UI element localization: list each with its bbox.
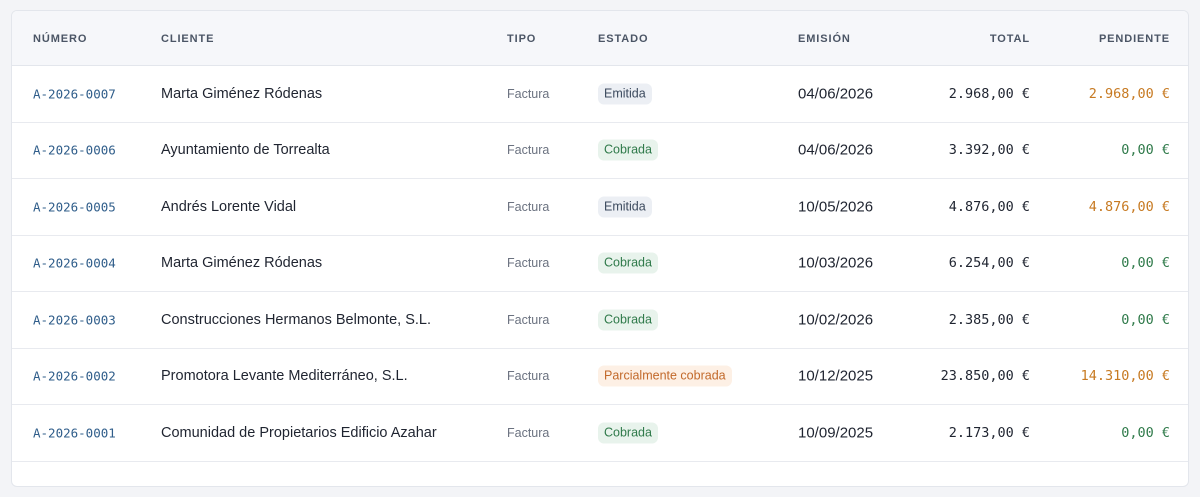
status-cell: Cobrada bbox=[598, 139, 658, 161]
status-badge: Emitida bbox=[598, 83, 652, 105]
invoice-number-link[interactable]: A-2026-0001 bbox=[33, 425, 116, 440]
pending-amount: 0,00 € bbox=[1121, 424, 1170, 441]
total-amount: 4.876,00 € bbox=[948, 198, 1030, 215]
table-row[interactable]: A-2026-0002 Promotora Levante Mediterráne… bbox=[12, 349, 1188, 405]
issue-date: 10/09/2025 bbox=[798, 424, 874, 442]
invoice-number-link[interactable]: A-2026-0004 bbox=[33, 256, 116, 271]
pending-amount: 4.876,00 € bbox=[1088, 198, 1170, 215]
status-cell: Parcialmente cobrada bbox=[598, 365, 732, 387]
pending-amount: 0,00 € bbox=[1121, 311, 1170, 328]
col-header-cliente[interactable]: CLIENTE bbox=[161, 32, 214, 46]
client-name: Marta Giménez Ródenas bbox=[161, 255, 323, 272]
issue-date: 04/06/2026 bbox=[798, 85, 874, 103]
status-badge: Cobrada bbox=[598, 422, 658, 444]
pending-amount: 0,00 € bbox=[1121, 255, 1170, 272]
table-row[interactable]: A-2026-0005 Andrés Lorente Vidal Factura Em… bbox=[12, 179, 1188, 236]
status-cell: Emitida bbox=[598, 83, 652, 105]
client-name: Marta Giménez Ródenas bbox=[161, 85, 323, 102]
document-type: Factura bbox=[507, 86, 550, 101]
document-type: Factura bbox=[507, 143, 550, 158]
document-type: Factura bbox=[507, 256, 550, 271]
col-header-total[interactable]: TOTAL bbox=[990, 32, 1030, 46]
status-cell: Cobrada bbox=[598, 422, 658, 444]
col-header-emision[interactable]: EMISIÓN bbox=[798, 32, 851, 46]
status-cell: Emitida bbox=[598, 196, 652, 218]
issue-date: 10/12/2025 bbox=[798, 367, 874, 385]
issue-date: 10/03/2026 bbox=[798, 254, 874, 272]
document-type: Factura bbox=[507, 425, 550, 440]
table-row[interactable]: A-2026-0006 Ayuntamiento de Torrealta Fact… bbox=[12, 123, 1188, 179]
invoice-number-link[interactable]: A-2026-0006 bbox=[33, 143, 116, 158]
invoice-number-link[interactable]: A-2026-0007 bbox=[33, 86, 116, 101]
invoice-number-link[interactable]: A-2026-0005 bbox=[33, 199, 116, 214]
client-name: Ayuntamiento de Torrealta bbox=[161, 142, 330, 159]
document-type: Factura bbox=[507, 199, 550, 214]
document-type: Factura bbox=[507, 369, 550, 384]
invoices-table: NÚMERO CLIENTE TIPO ESTADO EMISIÓN TOTAL… bbox=[11, 10, 1189, 487]
total-amount: 6.254,00 € bbox=[948, 255, 1030, 272]
status-badge: Parcialmente cobrada bbox=[598, 365, 732, 387]
table-row[interactable]: A-2026-0001 Comunidad de Propietarios Edi… bbox=[12, 405, 1188, 462]
total-amount: 3.392,00 € bbox=[948, 142, 1030, 159]
status-badge: Emitida bbox=[598, 196, 652, 218]
status-badge: Cobrada bbox=[598, 139, 658, 161]
issue-date: 04/06/2026 bbox=[798, 141, 874, 159]
pending-amount: 14.310,00 € bbox=[1080, 368, 1170, 385]
issue-date: 10/05/2026 bbox=[798, 198, 874, 216]
total-amount: 2.968,00 € bbox=[948, 85, 1030, 102]
col-header-tipo[interactable]: TIPO bbox=[507, 32, 536, 46]
table-row[interactable]: A-2026-0007 Marta Giménez Ródenas Factura E… bbox=[12, 66, 1188, 123]
status-cell: Cobrada bbox=[598, 309, 658, 331]
table-body: A-2026-0007 Marta Giménez Ródenas Factura E… bbox=[12, 66, 1188, 462]
total-amount: 23.850,00 € bbox=[940, 368, 1030, 385]
client-name: Comunidad de Propietarios Edificio Azaha… bbox=[161, 424, 437, 441]
col-header-estado[interactable]: ESTADO bbox=[598, 32, 648, 46]
client-name: Construcciones Hermanos Belmonte, S.L. bbox=[161, 311, 431, 328]
client-name: Promotora Levante Mediterráneo, S.L. bbox=[161, 368, 408, 385]
status-badge: Cobrada bbox=[598, 309, 658, 331]
status-badge: Cobrada bbox=[598, 252, 658, 274]
table-header: NÚMERO CLIENTE TIPO ESTADO EMISIÓN TOTAL… bbox=[12, 11, 1188, 66]
table-row[interactable]: A-2026-0004 Marta Giménez Ródenas Factura C… bbox=[12, 236, 1188, 292]
pending-amount: 0,00 € bbox=[1121, 142, 1170, 159]
status-cell: Cobrada bbox=[598, 252, 658, 274]
invoice-number-link[interactable]: A-2026-0002 bbox=[33, 369, 116, 384]
pending-amount: 2.968,00 € bbox=[1088, 85, 1170, 102]
issue-date: 10/02/2026 bbox=[798, 311, 874, 329]
total-amount: 2.173,00 € bbox=[948, 424, 1030, 441]
col-header-pendiente[interactable]: PENDIENTE bbox=[1099, 32, 1170, 46]
invoice-number-link[interactable]: A-2026-0003 bbox=[33, 312, 116, 327]
client-name: Andrés Lorente Vidal bbox=[161, 198, 297, 215]
table-row[interactable]: A-2026-0003 Construcciones Hermanos Belmo… bbox=[12, 292, 1188, 349]
col-header-numero[interactable]: NÚMERO bbox=[33, 32, 87, 46]
document-type: Factura bbox=[507, 312, 550, 327]
total-amount: 2.385,00 € bbox=[948, 311, 1030, 328]
